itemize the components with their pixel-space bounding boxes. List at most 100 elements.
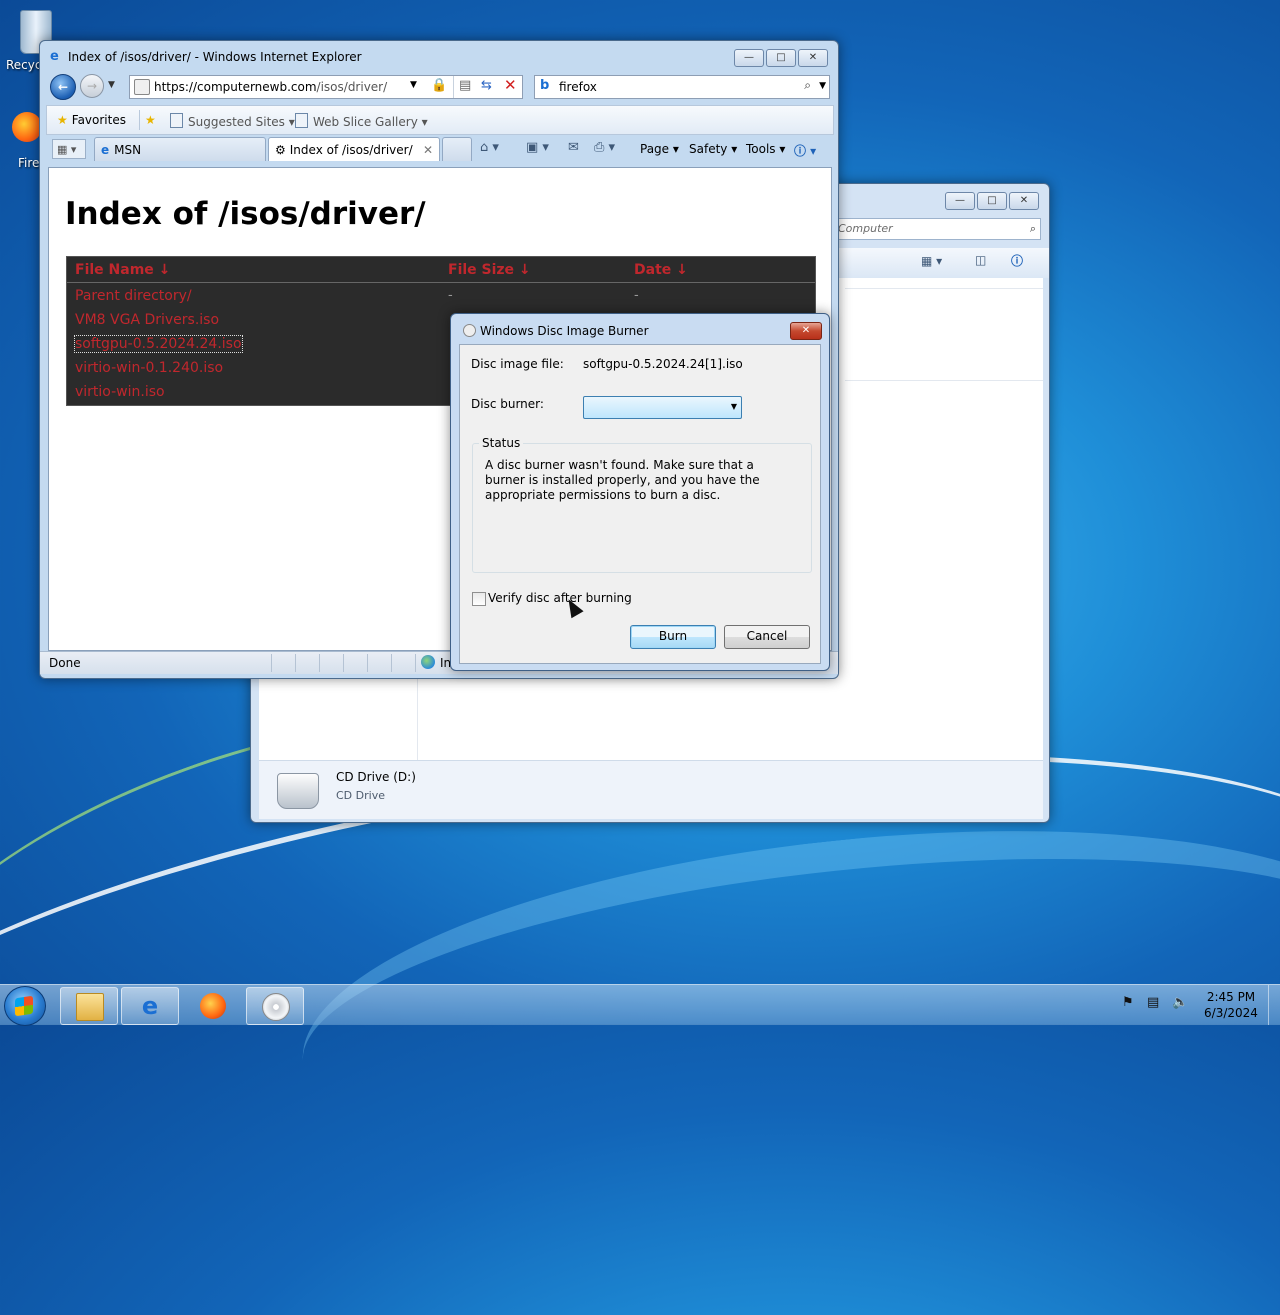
system-clock[interactable]: 2:45 PM 6/3/2024 bbox=[1196, 989, 1266, 1021]
add-to-favorites-icon[interactable]: ★ bbox=[145, 113, 160, 127]
tools-menu[interactable]: Tools ▾ bbox=[746, 142, 785, 156]
recycle-bin-label: Recyc bbox=[6, 58, 42, 72]
divider bbox=[343, 654, 344, 672]
file-link[interactable]: softgpu-0.5.2024.24.iso bbox=[74, 335, 243, 353]
page-menu[interactable]: Page ▾ bbox=[640, 142, 679, 156]
file-link[interactable]: virtio-win-0.1.240.iso bbox=[75, 360, 223, 376]
page-icon bbox=[295, 113, 308, 128]
suggested-sites-button[interactable]: Suggested Sites ▾ bbox=[170, 113, 295, 129]
address-dropdown-icon[interactable]: ▼ bbox=[410, 80, 417, 90]
clock-date: 6/3/2024 bbox=[1204, 1006, 1258, 1020]
page-menu-label: Page bbox=[640, 142, 670, 156]
firefox-icon bbox=[200, 993, 226, 1019]
file-link[interactable]: VM8 VGA Drivers.iso bbox=[75, 312, 219, 328]
address-url[interactable]: https://computernewb.com/isos/driver/ bbox=[154, 80, 387, 94]
suggested-sites-label: Suggested Sites bbox=[188, 115, 285, 129]
lock-icon[interactable]: 🔒 bbox=[431, 78, 447, 94]
divider bbox=[319, 654, 320, 672]
address-bar[interactable]: https://computernewb.com/isos/driver/ ▼ … bbox=[129, 75, 523, 99]
help-icon[interactable]: ⓘ ▾ bbox=[794, 142, 816, 159]
ie-logo-icon: e bbox=[50, 49, 59, 64]
ie-window-title: Index of /isos/driver/ - Windows Interne… bbox=[68, 50, 362, 64]
close-button[interactable]: ✕ bbox=[798, 49, 828, 67]
close-button[interactable]: ✕ bbox=[790, 322, 822, 340]
explorer-search-input[interactable]: Computer ⌕ bbox=[837, 218, 1041, 240]
firefox-desktop-icon[interactable] bbox=[12, 112, 42, 142]
back-button[interactable]: ← bbox=[50, 74, 76, 100]
forward-button[interactable]: → bbox=[80, 74, 104, 98]
dialog-body: Disc image file: softgpu-0.5.2024.24[1].… bbox=[459, 344, 821, 664]
close-tab-icon[interactable]: ✕ bbox=[423, 138, 433, 162]
volume-muted-icon[interactable]: 🔈 bbox=[1172, 995, 1188, 1010]
print-icon[interactable]: ⎙ ▾ bbox=[594, 140, 615, 155]
mail-icon[interactable]: ✉ bbox=[568, 140, 579, 155]
disc-image-value: softgpu-0.5.2024.24[1].iso bbox=[583, 357, 743, 371]
search-icon[interactable]: ⌕ bbox=[804, 78, 811, 93]
divider bbox=[845, 288, 1043, 289]
maximize-button[interactable]: □ bbox=[766, 49, 796, 67]
tab-msn[interactable]: e MSN bbox=[94, 137, 266, 161]
safety-menu[interactable]: Safety ▾ bbox=[689, 142, 737, 156]
verify-checkbox-label[interactable]: Verify disc after burning bbox=[488, 591, 632, 605]
preview-pane-icon[interactable]: ◫ bbox=[975, 253, 986, 267]
tools-menu-label: Tools bbox=[746, 142, 776, 156]
search-input[interactable]: firefox bbox=[559, 80, 597, 94]
page-icon bbox=[170, 113, 183, 128]
quick-tabs-button[interactable]: ▦ ▾ bbox=[52, 139, 86, 159]
divider bbox=[845, 380, 1043, 381]
view-options-icon[interactable]: ▦ ▾ bbox=[921, 254, 942, 268]
file-link[interactable]: Parent directory/ bbox=[75, 288, 192, 304]
dialog-controls: ✕ bbox=[790, 322, 822, 340]
burn-button[interactable]: Burn bbox=[630, 625, 716, 649]
help-icon[interactable]: ⓘ bbox=[1011, 252, 1023, 269]
home-icon[interactable]: ⌂ ▾ bbox=[480, 140, 499, 155]
ie-page-icon: e bbox=[101, 143, 110, 157]
network-icon[interactable]: ▤ bbox=[1147, 995, 1159, 1010]
navigation-bar: ← → ▼ https://computernewb.com/isos/driv… bbox=[40, 71, 838, 103]
disc-burner-select[interactable]: ▼ bbox=[583, 396, 742, 419]
column-date[interactable]: Date ↓ bbox=[634, 262, 688, 278]
file-link[interactable]: virtio-win.iso bbox=[75, 384, 165, 400]
taskbar-firefox-button[interactable] bbox=[184, 987, 242, 1025]
disc-icon bbox=[463, 324, 476, 337]
stop-icon[interactable]: ✕ bbox=[504, 76, 517, 94]
action-center-flag-icon[interactable]: ⚑ bbox=[1122, 995, 1134, 1010]
start-button[interactable] bbox=[4, 986, 46, 1026]
new-tab-button[interactable] bbox=[442, 137, 472, 161]
search-dropdown-icon[interactable]: ▼ bbox=[819, 81, 826, 91]
cancel-button[interactable]: Cancel bbox=[724, 625, 810, 649]
explorer-details-pane: CD Drive (D:) CD Drive bbox=[259, 760, 1043, 819]
taskbar-ie-button[interactable]: e bbox=[121, 987, 179, 1025]
divider bbox=[391, 654, 392, 672]
divider bbox=[453, 76, 454, 98]
star-icon: ★ bbox=[57, 113, 68, 127]
taskbar-disc-burner-button[interactable] bbox=[246, 987, 304, 1025]
safety-menu-label: Safety bbox=[689, 142, 728, 156]
refresh-icon[interactable]: ⇆ bbox=[481, 78, 492, 93]
minimize-button[interactable]: — bbox=[734, 49, 764, 67]
show-desktop-button[interactable] bbox=[1268, 985, 1280, 1025]
clock-time: 2:45 PM bbox=[1206, 990, 1256, 1004]
maximize-button[interactable]: □ bbox=[977, 192, 1007, 210]
favorites-button[interactable]: ★ Favorites bbox=[57, 113, 126, 127]
page-icon: ⚙ bbox=[275, 143, 286, 157]
file-size: - bbox=[448, 288, 453, 303]
disc-burner-label: Disc burner: bbox=[471, 397, 544, 411]
column-file-size[interactable]: File Size ↓ bbox=[448, 262, 531, 278]
close-button[interactable]: ✕ bbox=[1009, 192, 1039, 210]
search-icon[interactable]: ⌕ bbox=[1030, 219, 1036, 239]
address-path: /isos/driver/ bbox=[316, 80, 388, 94]
verify-checkbox[interactable] bbox=[472, 592, 486, 606]
compatibility-view-icon[interactable]: ▤ bbox=[459, 78, 471, 93]
column-file-name[interactable]: File Name ↓ bbox=[75, 262, 170, 278]
dialog-title: Windows Disc Image Burner bbox=[480, 324, 649, 338]
minimize-button[interactable]: — bbox=[945, 192, 975, 210]
recent-pages-dropdown-icon[interactable]: ▼ bbox=[108, 80, 115, 90]
search-box[interactable]: b firefox ⌕ ▼ bbox=[534, 75, 830, 99]
taskbar-explorer-button[interactable] bbox=[60, 987, 118, 1025]
folder-icon bbox=[76, 993, 104, 1021]
tab-label: Index of /isos/driver/ bbox=[289, 143, 413, 157]
feeds-icon[interactable]: ▣ ▾ bbox=[526, 140, 549, 155]
web-slice-gallery-button[interactable]: Web Slice Gallery ▾ bbox=[295, 113, 428, 129]
tab-index-of-isos-driver[interactable]: ⚙ Index of /isos/driver/ ✕ bbox=[268, 137, 440, 161]
